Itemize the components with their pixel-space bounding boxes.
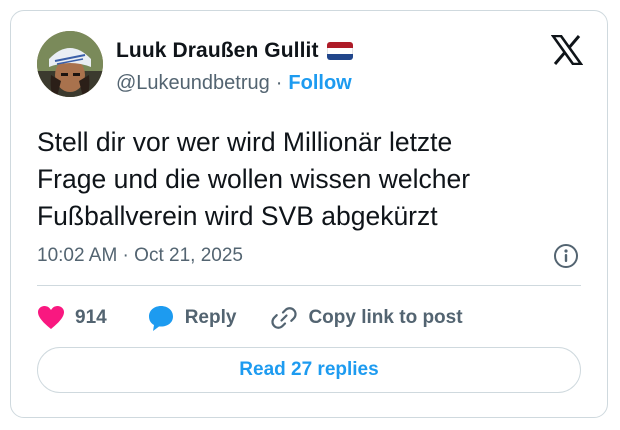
follow-button[interactable]: Follow <box>288 72 351 95</box>
flag-stripe-blue <box>326 54 353 60</box>
avatar[interactable] <box>37 31 103 97</box>
author-name-row: Luuk Draußen Gullit <box>116 39 353 63</box>
like-button[interactable]: 914 <box>37 305 107 331</box>
heart-icon <box>38 306 64 329</box>
likes-count: 914 <box>75 307 107 328</box>
tweet-timestamp[interactable]: 10:02 AM · Oct 21, 2025 <box>37 245 243 267</box>
reply-label: Reply <box>184 307 237 328</box>
info-icon[interactable] <box>553 243 579 269</box>
x-logo-icon[interactable] <box>551 35 583 65</box>
link-icon <box>271 307 298 329</box>
author-display-name[interactable]: Luuk Draußen Gullit <box>116 39 319 63</box>
handle-separator: · <box>275 72 283 94</box>
tweet-text: Stell dir vor wer wird Millionär letzte … <box>37 127 471 231</box>
speech-bubble-icon <box>148 306 173 331</box>
author-handle[interactable]: @Lukeundbetrug <box>116 72 270 95</box>
netherlands-flag-icon <box>326 42 353 60</box>
read-replies-button[interactable]: Read 27 replies <box>37 347 581 393</box>
author-handle-row: @Lukeundbetrug · Follow <box>116 72 352 95</box>
avatar-image <box>37 31 103 97</box>
divider <box>37 285 581 286</box>
read-replies-label: Read 27 replies <box>239 359 379 380</box>
tweet-card: Luuk Draußen Gullit @Lukeundbetrug · Fol… <box>10 10 608 418</box>
copy-link-button[interactable]: Copy link to post <box>270 304 463 332</box>
action-bar: 914 Reply Copy link to post <box>37 301 463 335</box>
reply-button[interactable]: Reply <box>147 304 237 332</box>
copy-link-label: Copy link to post <box>308 307 463 328</box>
